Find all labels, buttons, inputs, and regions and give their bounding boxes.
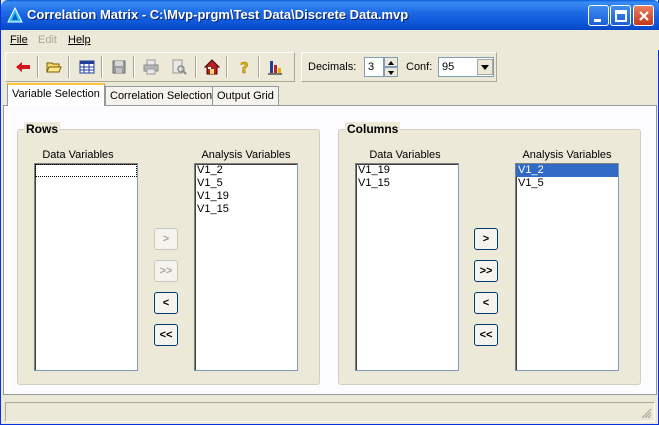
columns-add-button[interactable]: > xyxy=(474,228,498,250)
conf-select-value: 95 xyxy=(442,61,455,73)
menu-help[interactable]: Help xyxy=(68,34,91,46)
rows-data-variables-label: Data Variables xyxy=(42,149,114,161)
arrow-down-icon xyxy=(388,71,394,75)
rows-analysis-variables-label: Analysis Variables xyxy=(201,149,291,161)
conf-dropdown-button[interactable] xyxy=(477,59,493,75)
menu-edit[interactable]: Edit xyxy=(38,34,57,46)
list-item[interactable]: V1_5 xyxy=(516,177,618,190)
main-toolbar: ? xyxy=(5,52,295,82)
decimals-label: Decimals: xyxy=(308,61,356,73)
rows-data-variables-list[interactable] xyxy=(34,163,138,371)
home-icon xyxy=(204,59,220,75)
toolbar-separator xyxy=(37,56,39,78)
chart-button[interactable] xyxy=(264,56,286,78)
grid-icon xyxy=(79,60,95,74)
columns-add-all-button[interactable]: >> xyxy=(474,260,498,282)
svg-text:?: ? xyxy=(240,59,249,75)
toolbar-separator xyxy=(258,56,260,78)
decimals-up-button[interactable] xyxy=(384,57,398,67)
arrow-up-icon xyxy=(388,61,394,65)
list-item[interactable]: V1_15 xyxy=(195,203,297,216)
window-title: Correlation Matrix - C:\Mvp-prgm\Test Da… xyxy=(27,7,409,22)
print-preview-button[interactable] xyxy=(168,56,190,78)
columns-remove-button[interactable]: < xyxy=(474,292,498,314)
chevron-down-icon xyxy=(481,65,489,70)
columns-group: Columns Data Variables Analysis Variable… xyxy=(338,122,641,385)
maximize-button[interactable] xyxy=(610,5,631,26)
home-button[interactable] xyxy=(201,56,223,78)
toolbar-separator xyxy=(226,56,228,78)
chart-icon xyxy=(268,61,282,75)
decimals-down-button[interactable] xyxy=(384,67,398,77)
back-button[interactable] xyxy=(12,56,34,78)
list-item[interactable]: V1_19 xyxy=(195,190,297,203)
list-item[interactable]: V1_2 xyxy=(195,164,297,177)
menu-edit-label: Edit xyxy=(38,34,57,46)
list-item[interactable]: V1_5 xyxy=(195,177,297,190)
columns-data-variables-list[interactable]: V1_19 V1_15 xyxy=(355,163,459,371)
open-button[interactable] xyxy=(43,56,65,78)
list-item[interactable]: V1_2 xyxy=(516,164,618,177)
columns-analysis-variables-label: Analysis Variables xyxy=(522,149,612,161)
tab-output-grid[interactable]: Output Grid xyxy=(212,86,279,105)
rows-remove-button[interactable]: < xyxy=(154,292,178,314)
title-bar[interactable]: Correlation Matrix - C:\Mvp-prgm\Test Da… xyxy=(1,0,659,30)
back-arrow-icon xyxy=(16,62,30,72)
conf-label: Conf: xyxy=(406,61,432,73)
list-focus-placeholder xyxy=(35,164,137,177)
help-button[interactable]: ? xyxy=(233,56,255,78)
columns-remove-all-button[interactable]: << xyxy=(474,324,498,346)
print-preview-icon xyxy=(172,59,187,75)
columns-title: Columns xyxy=(345,122,401,136)
save-button[interactable] xyxy=(108,56,130,78)
toolbar-separator xyxy=(101,56,103,78)
decimals-input[interactable]: 3 xyxy=(364,57,384,77)
minimize-button[interactable] xyxy=(588,5,609,26)
print-button[interactable] xyxy=(140,56,162,78)
toolbar-separator xyxy=(195,56,197,78)
resize-grip-icon[interactable] xyxy=(640,407,652,419)
open-folder-icon xyxy=(46,62,62,73)
menu-bar: File Edit Help xyxy=(1,30,659,50)
decimals-label-text: Decimals: xyxy=(308,61,357,73)
options-bar: Decimals: 3 Conf: 95 xyxy=(301,52,497,82)
menu-file-label: File xyxy=(10,34,28,46)
help-icon: ? xyxy=(240,59,249,75)
toolbar-separator xyxy=(133,56,135,78)
status-bar xyxy=(5,402,655,422)
rows-analysis-variables-list[interactable]: V1_2 V1_5 V1_19 V1_15 xyxy=(194,163,298,371)
rows-remove-all-button[interactable]: << xyxy=(154,324,178,346)
print-icon xyxy=(143,59,159,75)
app-logo-icon xyxy=(7,6,23,23)
conf-select[interactable]: 95 xyxy=(438,57,494,77)
list-item[interactable]: V1_15 xyxy=(356,177,458,190)
list-item[interactable]: V1_19 xyxy=(356,164,458,177)
conf-label-text: Conf: xyxy=(406,61,433,73)
decimals-spinner[interactable] xyxy=(384,57,398,77)
close-button[interactable] xyxy=(633,5,654,26)
tab-variable-selection[interactable]: Variable Selection xyxy=(7,83,105,106)
app-window: Correlation Matrix - C:\Mvp-prgm\Test Da… xyxy=(0,0,659,425)
rows-group: Rows Data Variables Analysis Variables V… xyxy=(17,122,320,385)
toolbar-separator xyxy=(68,56,70,78)
rows-title: Rows xyxy=(24,122,61,136)
rows-add-button[interactable]: > xyxy=(154,228,178,250)
rows-add-all-button[interactable]: >> xyxy=(154,260,178,282)
grid-button[interactable] xyxy=(76,56,98,78)
save-icon xyxy=(112,60,126,74)
menu-help-label: Help xyxy=(68,34,91,46)
columns-data-variables-label: Data Variables xyxy=(369,149,441,161)
menu-file[interactable]: File xyxy=(10,34,28,46)
columns-analysis-variables-list[interactable]: V1_2 V1_5 xyxy=(515,163,619,371)
tab-correlation-selection[interactable]: Correlation Selection xyxy=(105,86,218,105)
